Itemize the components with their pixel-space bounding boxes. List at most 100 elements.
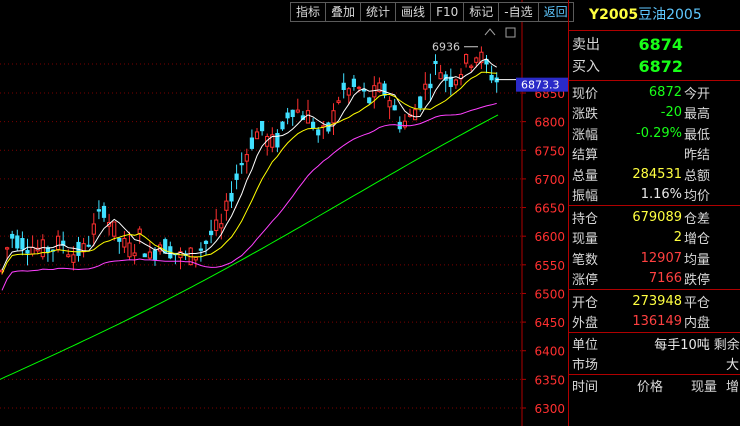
candle-body (372, 85, 377, 98)
candle-body (305, 110, 311, 124)
candle-body (101, 205, 107, 218)
candle-body (239, 163, 244, 166)
quote-row-rows3-0: 开仓 273948 平仓 (569, 291, 740, 312)
quote-label: 笔数 (572, 252, 599, 268)
candle-body (474, 57, 479, 63)
candle-body (428, 83, 433, 89)
quote-value: 136149 (632, 314, 682, 330)
candle-body (336, 100, 341, 103)
overlay-button[interactable]: 叠加 (325, 2, 361, 22)
candle-body (438, 72, 443, 80)
quote-row-rows-2: 涨幅 -0.29% 最低 (569, 123, 740, 144)
buy-label: 买入 (572, 59, 600, 75)
y-axis-label: 6700 (534, 173, 565, 187)
quote-row-rows3-1: 外盘 136149 内盘 (569, 312, 740, 333)
quote-label-right: 今开 (684, 86, 711, 102)
quote-value: 12907 (640, 250, 682, 266)
candle-body (295, 109, 300, 113)
candle-body (193, 256, 198, 261)
candle-body (219, 223, 224, 229)
ma60-line (0, 114, 499, 380)
candle-body (147, 251, 153, 259)
candle-body (30, 246, 35, 255)
remove-watchlist-button[interactable]: -自选 (498, 2, 538, 22)
quote-label: 现价 (572, 86, 599, 102)
quote-value: 2 (673, 230, 682, 246)
f10-button[interactable]: F10 (430, 2, 464, 22)
trades-price-header: 价格 (636, 379, 663, 395)
quote-value: 7166 (648, 271, 682, 287)
candle-body (91, 223, 96, 235)
quote-row-rows-1: 涨跌 -20 最高 (569, 103, 740, 124)
candle-body (290, 109, 295, 118)
y-axis-label: 6550 (534, 259, 565, 273)
ma20-line (1, 102, 497, 291)
quote-row-rows2-3: 涨停 7166 跌停 (569, 269, 740, 290)
candle-body (86, 244, 91, 247)
candle-body (142, 253, 147, 258)
quote-label-right: 最低 (684, 127, 711, 143)
quote-label: 涨幅 (572, 127, 599, 143)
market-row: 市场 大 (569, 354, 740, 375)
quote-value: 1.16% (640, 187, 682, 203)
quote-label-right: 内盘 (684, 316, 711, 332)
candle-body (249, 137, 255, 149)
quote-label: 涨跌 (572, 107, 599, 123)
quote-row-rows-0: 现价 6872 今开 (569, 82, 740, 103)
unit-label: 单位 (572, 337, 599, 353)
instrument-code: Y2005 (589, 7, 639, 23)
candle-body (224, 200, 229, 211)
candle-body (71, 254, 76, 263)
quote-label-right: 平仓 (684, 295, 711, 311)
candle-body (198, 248, 204, 251)
candle-body (66, 254, 71, 258)
y-axis-label: 6600 (534, 230, 565, 244)
candle-body (132, 252, 137, 257)
quote-label: 振幅 (572, 189, 599, 205)
sell-label: 卖出 (572, 37, 600, 53)
unit-row: 单位 每手10吨 剩余 (569, 333, 740, 354)
quote-label: 涨停 (572, 273, 599, 289)
candle-body (209, 230, 214, 236)
quote-row-rows-5: 振幅 1.16% 均价 (569, 185, 740, 206)
sell-price: 6874 (638, 34, 683, 54)
window-icon (505, 27, 516, 38)
candle-body (392, 105, 397, 111)
quote-label: 总量 (572, 168, 599, 184)
trades-time-header: 时间 (572, 379, 599, 395)
quote-label: 结算 (572, 148, 599, 164)
quote-label-right: 均价 (684, 189, 711, 205)
indicator-button[interactable]: 指标 (290, 2, 326, 22)
collapse-icon (484, 28, 496, 36)
candle-body (275, 132, 280, 148)
quote-label-right: 均量 (684, 252, 711, 268)
candle-body (418, 96, 423, 109)
kline-chart[interactable]: 6850 6800 6750 6700 6650 6600 6550 6500 6450 6400… (0, 0, 568, 426)
candle-body (203, 240, 209, 245)
candle-body (117, 237, 122, 242)
y-axis-label: 6400 (534, 345, 565, 359)
y-axis-label: 6750 (534, 144, 565, 158)
quote-row-rows2-1: 现量 2 增仓 (569, 228, 740, 249)
candle-body (469, 65, 474, 68)
candle-body (367, 97, 372, 104)
candle-body (152, 250, 158, 261)
quote-value: 284531 (632, 166, 682, 182)
candle-body (15, 235, 20, 249)
mark-button[interactable]: 标记 (463, 2, 499, 22)
statistics-button[interactable]: 统计 (360, 2, 396, 22)
market-label: 市场 (572, 358, 599, 374)
candle-body (464, 54, 469, 64)
remaining-label: 剩余 (713, 337, 740, 353)
unit-value: 每手10吨 (654, 337, 710, 353)
draw-line-button[interactable]: 画线 (395, 2, 431, 22)
candle-body (489, 74, 494, 81)
candle-body (10, 233, 15, 239)
candle-body (433, 60, 438, 64)
candle-body (254, 131, 260, 140)
quote-value: 273948 (632, 293, 682, 309)
candle-body (346, 88, 351, 96)
kline-chart-canvas[interactable]: 6850680067506700665066006550650064506400… (0, 0, 568, 426)
quote-label: 外盘 (572, 316, 599, 332)
candle-body (96, 209, 102, 212)
